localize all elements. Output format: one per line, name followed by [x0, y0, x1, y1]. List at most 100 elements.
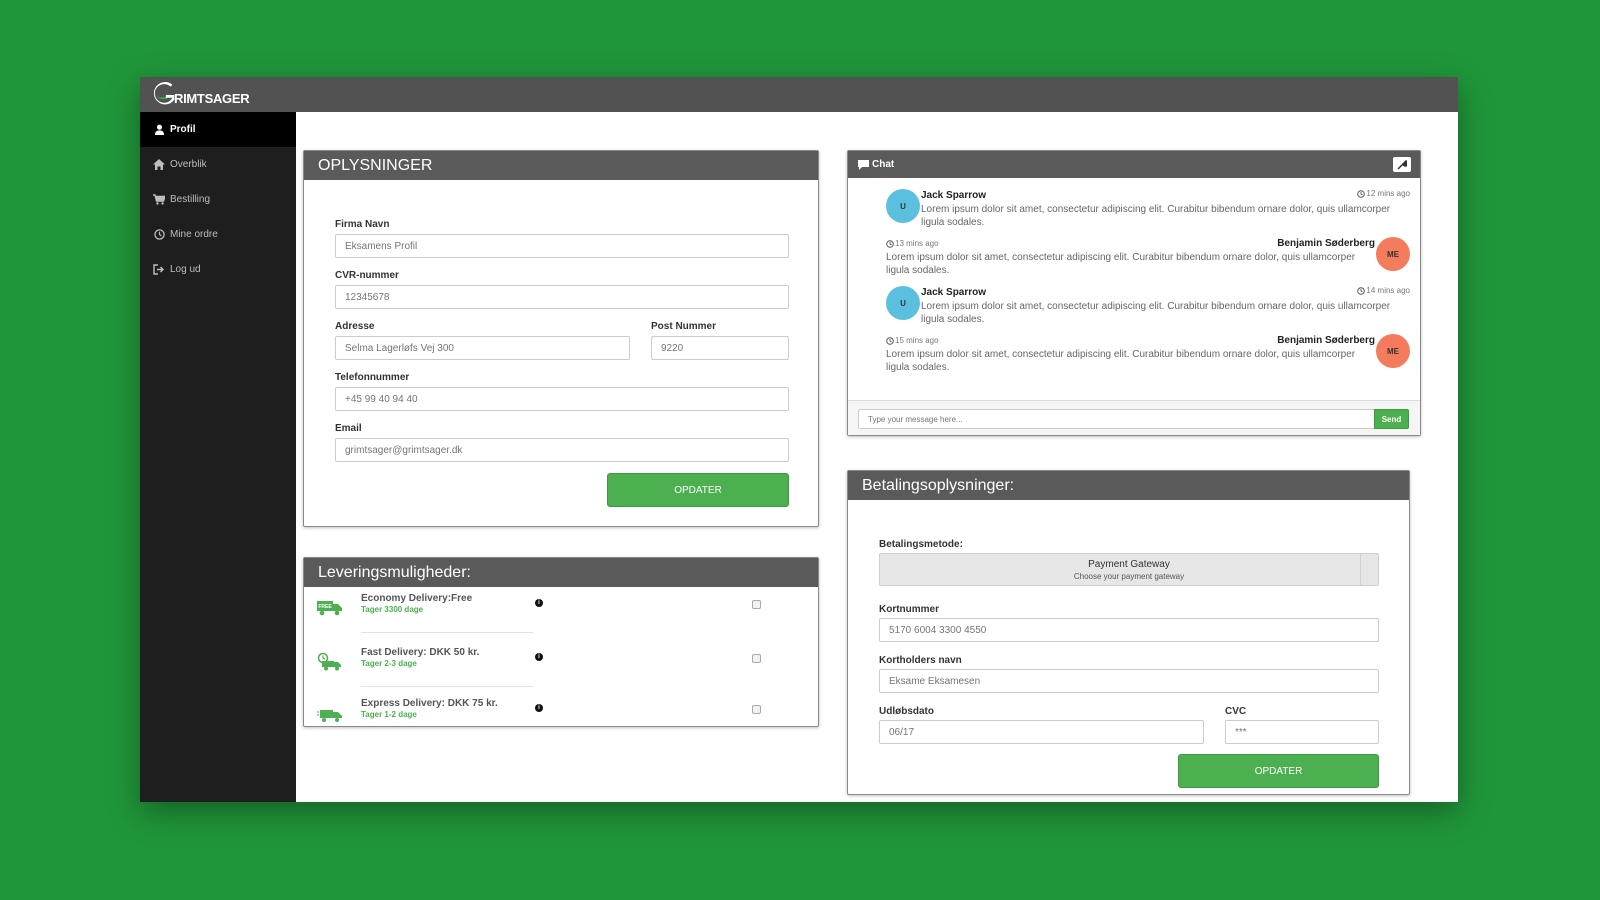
holder-label: Kortholders navn [879, 655, 962, 666]
sidebar-item-mine-ordre[interactable]: Mine ordre [140, 217, 296, 252]
sidebar-item-overblik[interactable]: Overblik [140, 147, 296, 182]
message-author: Jack Sparrow [921, 190, 987, 201]
cvc-input[interactable] [1225, 720, 1379, 744]
udlob-label: Udløbsdato [879, 706, 934, 717]
sidebar-item-profil[interactable]: Profil [140, 112, 296, 147]
sidebar-item-log-ud[interactable]: Log ud [140, 252, 296, 287]
wrench-icon[interactable] [1393, 157, 1411, 172]
levering-panel: Leveringsmuligheder: FREE Economy Delive… [303, 557, 819, 727]
kort-label: Kortnummer [879, 604, 940, 615]
fast-truck-icon [317, 653, 341, 671]
sidebar-item-label: Bestilling [170, 194, 211, 205]
delivery-option-express[interactable]: Express Delivery: DKK 75 kr. Tager 1-2 d… [304, 695, 820, 749]
chat-panel: Chat U Jack Sparrow 12 mins ago Lorem ip… [847, 150, 1421, 436]
select-divider [1360, 554, 1361, 585]
free-badge-text: FREE [318, 604, 332, 610]
message-text: Lorem ipsum dolor sit amet, consectetur … [921, 204, 1391, 228]
sidebar-item-bestilling[interactable]: Bestilling [140, 182, 296, 217]
avatar: ME [1376, 237, 1410, 271]
sign-out-icon [153, 264, 165, 276]
clock-icon [1357, 189, 1366, 198]
logo-mark-icon [152, 82, 175, 105]
message-text: Lorem ipsum dolor sit amet, consectetur … [921, 301, 1391, 325]
adresse-label: Adresse [335, 321, 375, 332]
delivery-checkbox[interactable] [752, 600, 761, 609]
delivery-option-economy[interactable]: FREE Economy Delivery:Free Tager 3300 da… [304, 587, 820, 641]
clock-icon [886, 336, 894, 345]
message-time: 15 mins ago [886, 336, 939, 345]
panel-title: OPLYSNINGER [304, 151, 818, 180]
oplysninger-panel: OPLYSNINGER Firma Navn CVR-nummer Adress… [303, 150, 819, 527]
avatar: U [886, 189, 920, 223]
post-input[interactable] [651, 336, 789, 360]
kort-input[interactable] [879, 618, 1379, 642]
message-time: 13 mins ago [886, 239, 939, 248]
cvr-label: CVR-nummer [335, 270, 399, 281]
payment-gateway-select[interactable]: Payment Gateway Choose your payment gate… [879, 553, 1379, 586]
message-time: 14 mins ago [1357, 286, 1410, 295]
email-input[interactable] [335, 438, 789, 462]
sidebar-item-label: Overblik [170, 159, 207, 170]
gateway-title: Payment Gateway [1088, 559, 1170, 570]
message-text: Lorem ipsum dolor sit amet, consectetur … [886, 349, 1356, 373]
panel-title: Betalingsoplysninger: [848, 471, 1409, 500]
delivery-option-fast[interactable]: Fast Delivery: DKK 50 kr. Tager 2-3 dage… [304, 641, 820, 695]
delivery-title: Fast Delivery: DKK 50 kr. [361, 647, 480, 658]
tlf-input[interactable] [335, 387, 789, 411]
express-truck-icon [317, 710, 342, 722]
firma-input[interactable] [335, 234, 789, 258]
chat-title: Chat [872, 159, 895, 170]
app-window: RIMTSAGER Profil Overblik Bestilling Min… [140, 77, 1458, 802]
sidebar-item-label: Log ud [170, 264, 201, 275]
chat-message-input[interactable] [858, 409, 1376, 429]
holder-input[interactable] [879, 669, 1379, 693]
logo-text: RIMTSAGER [174, 90, 250, 106]
message-author: Benjamin Søderberg [1277, 335, 1375, 346]
email-label: Email [335, 423, 362, 434]
home-icon [153, 159, 165, 171]
message-author: Jack Sparrow [921, 287, 987, 298]
delivery-checkbox[interactable] [752, 654, 761, 663]
clock-icon [886, 239, 894, 248]
clock-icon [153, 229, 165, 241]
sidebar-item-label: Profil [170, 124, 196, 135]
delivery-subtitle: Tager 1-2 dage [361, 710, 417, 719]
info-icon[interactable]: i [535, 599, 543, 607]
sidebar-item-label: Mine ordre [170, 229, 218, 240]
cvc-label: CVC [1225, 706, 1247, 717]
info-icon[interactable]: i [535, 653, 543, 661]
comment-icon [858, 159, 869, 170]
message-time: 12 mins ago [1357, 189, 1410, 198]
free-truck-icon: FREE [317, 601, 342, 616]
top-bar: RIMTSAGER [140, 77, 1458, 112]
tlf-label: Telefonnummer [335, 372, 410, 383]
opdater-button[interactable]: OPDATER [607, 473, 789, 507]
logo[interactable]: RIMTSAGER [150, 80, 250, 110]
metode-label: Betalingsmetode: [879, 539, 963, 550]
avatar: ME [1376, 334, 1410, 368]
user-icon [153, 124, 165, 136]
udlob-input[interactable] [879, 720, 1204, 744]
gateway-subtitle: Choose your payment gateway [1073, 572, 1185, 581]
cart-icon [153, 194, 165, 206]
send-button[interactable]: Send [1374, 409, 1409, 429]
delivery-title: Express Delivery: DKK 75 kr. [361, 698, 498, 709]
clock-icon [1357, 286, 1366, 295]
chat-input-bar: Send [848, 400, 1420, 435]
message-author: Benjamin Søderberg [1277, 238, 1375, 249]
opdater-button[interactable]: OPDATER [1178, 754, 1379, 788]
avatar: U [886, 286, 920, 320]
cvr-input[interactable] [335, 285, 789, 309]
info-icon[interactable]: i [535, 704, 543, 712]
delivery-title: Economy Delivery:Free [361, 593, 473, 604]
betaling-panel: Betalingsoplysninger: Betalingsmetode: P… [847, 470, 1410, 795]
post-label: Post Nummer [651, 321, 717, 332]
chat-header: Chat [848, 151, 1420, 178]
delivery-subtitle: Tager 3300 dage [361, 605, 424, 614]
delivery-subtitle: Tager 2-3 dage [361, 659, 417, 668]
delivery-checkbox[interactable] [752, 705, 761, 714]
divider [361, 686, 533, 687]
firma-label: Firma Navn [335, 219, 390, 230]
adresse-input[interactable] [335, 336, 630, 360]
panel-title: Leveringsmuligheder: [304, 558, 818, 587]
